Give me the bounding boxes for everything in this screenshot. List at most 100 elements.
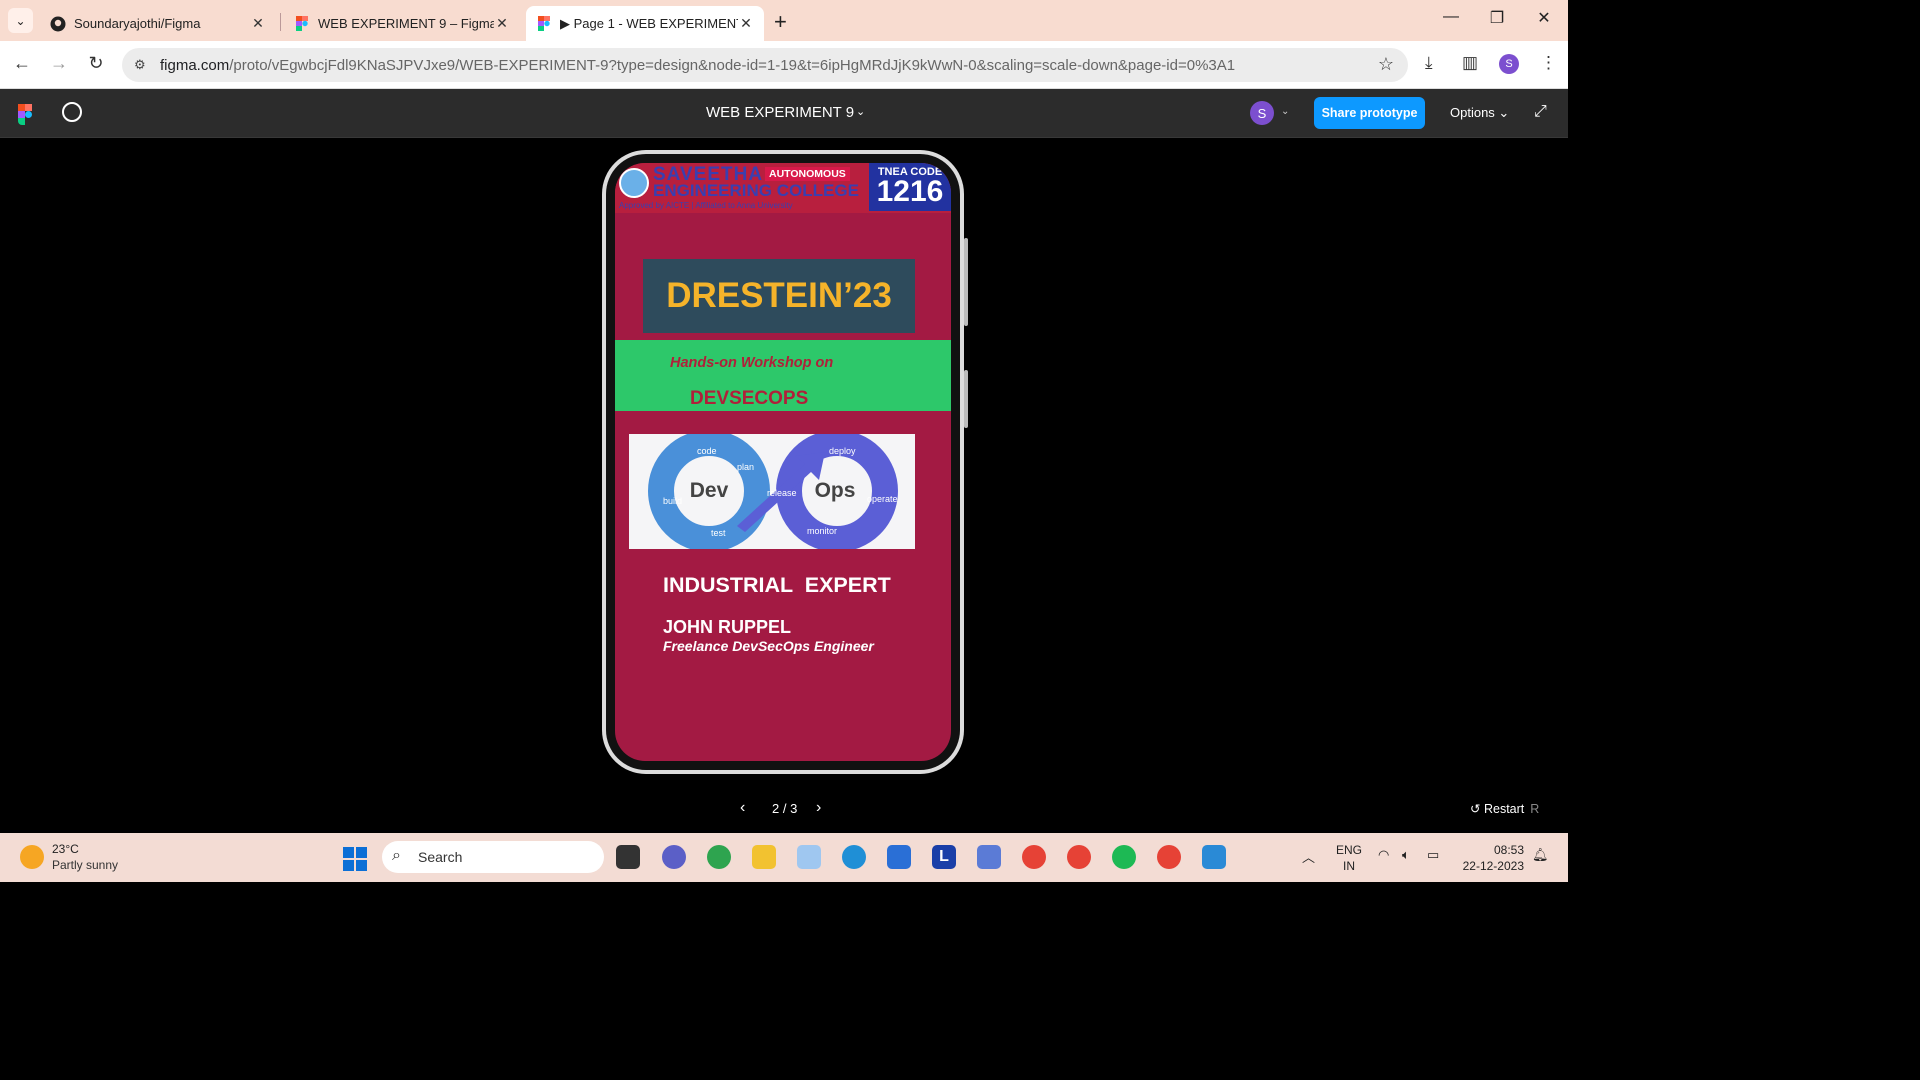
event-title: DRESTEIN’23	[666, 276, 892, 315]
college-banner: SAVEETHA AUTONOMOUS ENGINEERING COLLEGE …	[615, 163, 951, 213]
tab-title: WEB EXPERIMENT 9 – Figma	[318, 16, 494, 31]
app-l-icon[interactable]: L	[932, 845, 956, 869]
show-hidden-icons-chevron-icon[interactable]: ︿	[1302, 847, 1315, 866]
file-title[interactable]: WEB EXPERIMENT 9	[706, 104, 854, 121]
windows-taskbar: 23°C Partly sunny ⌕ Search L ︿ ENG IN ◠ …	[0, 833, 1568, 882]
tab-divider	[280, 13, 281, 31]
expert-name: JOHN RUPPEL	[663, 617, 792, 637]
input-language[interactable]: ENG IN	[1336, 842, 1362, 874]
devops-step-code: code	[697, 446, 717, 456]
devops-step-build: build	[663, 496, 682, 506]
figma-logo-icon[interactable]	[18, 104, 32, 125]
frame-pager: ‹ 2 / 3 ›	[740, 799, 830, 819]
weather-temperature[interactable]: 23°C	[52, 842, 79, 856]
chrome-icon[interactable]	[1022, 845, 1046, 869]
bookmark-star-icon[interactable]: ☆	[1378, 54, 1394, 75]
restart-icon: ↺	[1470, 802, 1481, 816]
reload-icon[interactable]: ↻	[84, 53, 108, 74]
tab-figma-file[interactable]: WEB EXPERIMENT 9 – Figma ✕	[284, 6, 520, 41]
comment-icon[interactable]	[62, 102, 82, 122]
tab-close-icon[interactable]: ✕	[494, 15, 510, 32]
devops-step-monitor: monitor	[807, 526, 837, 536]
restart-button[interactable]: ↺ Restart R	[1470, 801, 1539, 816]
clock-date: 22-12-2023	[1462, 859, 1524, 873]
autonomous-badge: AUTONOMOUS	[765, 167, 850, 181]
url-field[interactable]: ⚙ figma.com/proto/vEgwbcjFdl9KNaSJPVJxe9…	[122, 48, 1408, 82]
restore-icon[interactable]: ❐	[1474, 8, 1520, 28]
new-tab-plus-icon[interactable]: +	[774, 9, 787, 35]
task-view-icon[interactable]	[616, 845, 640, 869]
tab-title: Soundaryajothi/Figma	[74, 16, 201, 31]
app-a-icon[interactable]	[977, 845, 1001, 869]
taskbar-search-box[interactable]: ⌕ Search	[382, 841, 604, 873]
vscode-icon[interactable]	[1202, 845, 1226, 869]
event-title-box: DRESTEIN’23	[643, 259, 915, 333]
lang-line1: ENG	[1336, 843, 1363, 857]
college-emblem-logo	[619, 168, 649, 198]
tnea-code-box: TNEA CODE 1216	[869, 163, 951, 211]
tab-search-chevron-icon[interactable]: ⌄	[8, 8, 33, 33]
chevron-down-icon[interactable]: ⌄	[856, 105, 865, 118]
windows-start-icon[interactable]	[343, 847, 367, 871]
taskbar-clock[interactable]: 08:53 22-12-2023	[1458, 842, 1524, 874]
lang-line2: IN	[1343, 859, 1355, 873]
devops-step-test: test	[711, 528, 726, 538]
tab-close-icon[interactable]: ✕	[250, 15, 266, 32]
edge-browser-icon[interactable]	[842, 845, 866, 869]
previous-frame-chevron-icon[interactable]: ‹	[740, 799, 745, 817]
download-icon[interactable]: ⤓	[1425, 53, 1433, 73]
chrome-icon[interactable]	[1067, 845, 1091, 869]
minimize-icon[interactable]: —	[1428, 8, 1474, 26]
tab-github[interactable]: Soundaryajothi/Figma ✕	[40, 6, 276, 41]
notification-bell-icon[interactable]: 🔔︎	[1532, 847, 1549, 863]
options-menu-button[interactable]: Options ⌄	[1450, 105, 1509, 121]
spotify-icon[interactable]	[1112, 845, 1136, 869]
tnea-code: 1216	[876, 175, 944, 208]
url-path: /proto/vEgwbcjFdl9KNaSJPVJxe9/WEB-EXPERI…	[229, 56, 1236, 74]
figma-icon	[536, 15, 552, 32]
devops-step-plan: plan	[737, 462, 754, 472]
close-window-icon[interactable]: ✕	[1521, 8, 1567, 28]
devops-step-deploy: deploy	[829, 446, 856, 456]
battery-icon[interactable]: ▭	[1427, 847, 1439, 863]
browser-menu-icon[interactable]: ⋮	[1540, 53, 1557, 73]
expert-heading: INDUSTRIAL EXPERT	[663, 573, 891, 597]
devops-ops-label: Ops	[815, 479, 856, 502]
app-icon[interactable]	[797, 845, 821, 869]
tab-prototype-active[interactable]: ▶ Page 1 - WEB EXPERIMENT 9 ✕	[526, 6, 764, 41]
loading-app-icon[interactable]	[707, 845, 731, 869]
file-explorer-icon[interactable]	[752, 845, 776, 869]
share-prototype-button[interactable]: Share prototype	[1314, 97, 1425, 129]
back-arrow-icon[interactable]: ←	[10, 53, 34, 74]
microsoft-store-icon[interactable]	[887, 845, 911, 869]
site-settings-icon[interactable]: ⚙	[134, 57, 146, 73]
weather-description[interactable]: Partly sunny	[52, 858, 118, 872]
chevron-down-icon[interactable]: ⌄	[1281, 106, 1289, 117]
partly-sunny-weather-icon[interactable]	[20, 845, 44, 869]
options-label: Options	[1450, 105, 1495, 120]
workshop-subtitle: Hands-on Workshop on	[670, 355, 834, 371]
chrome-active-icon[interactable]	[1157, 845, 1181, 869]
phone-device-frame: SAVEETHA AUTONOMOUS ENGINEERING COLLEGE …	[602, 150, 968, 774]
address-bar-row: ← → ↻ ⚙ figma.com/proto/vEgwbcjFdl9KNaSJ…	[0, 41, 1568, 89]
prototype-frame[interactable]: SAVEETHA AUTONOMOUS ENGINEERING COLLEGE …	[615, 163, 951, 761]
tab-title: ▶ Page 1 - WEB EXPERIMENT 9	[560, 15, 738, 31]
restart-label: Restart	[1483, 802, 1525, 816]
teams-chat-icon[interactable]	[662, 845, 686, 869]
search-placeholder: Search	[418, 849, 463, 865]
user-avatar[interactable]: S	[1250, 101, 1274, 125]
url-host: figma.com	[160, 56, 230, 74]
forward-arrow-icon[interactable]: →	[47, 53, 71, 74]
volume-icon[interactable]: 🔈︎	[1402, 847, 1410, 863]
profile-avatar[interactable]: S	[1499, 54, 1519, 74]
devops-step-release: release	[767, 488, 797, 498]
tab-close-icon[interactable]: ✕	[738, 15, 754, 32]
side-panel-icon[interactable]: ▥	[1462, 53, 1478, 73]
fullscreen-expand-icon[interactable]: ⤢	[1534, 103, 1547, 121]
figma-icon	[294, 15, 310, 32]
college-name-line2: ENGINEERING COLLEGE	[653, 181, 859, 200]
next-frame-chevron-icon[interactable]: ›	[816, 799, 821, 817]
frame-counter: 2 / 3	[772, 801, 798, 816]
wifi-icon[interactable]: ◠	[1378, 847, 1389, 863]
browser-tab-strip: ⌄ Soundaryajothi/Figma ✕ WEB EXPERIMENT …	[0, 0, 1568, 41]
